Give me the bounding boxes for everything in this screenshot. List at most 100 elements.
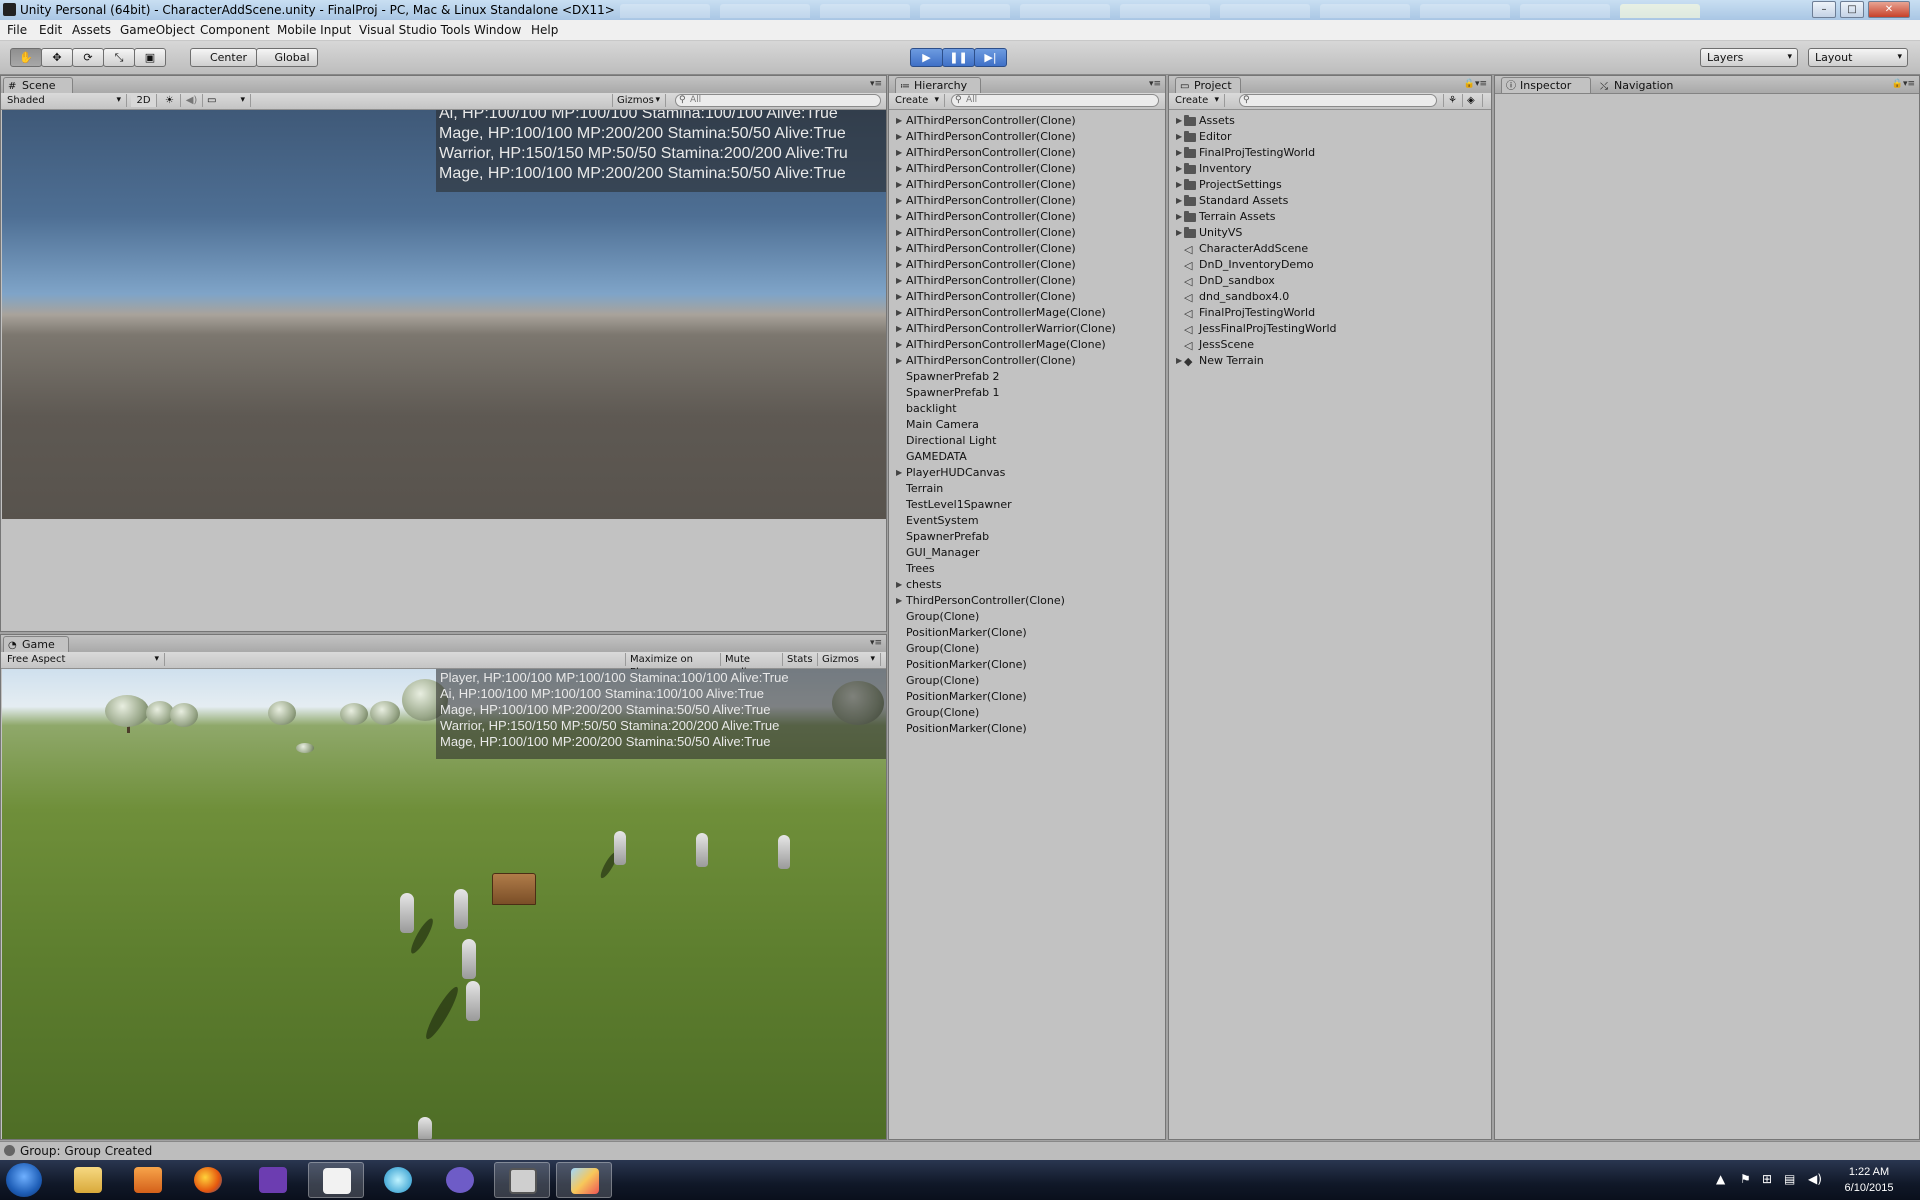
gizmos-dropdown[interactable]: Gizmos	[818, 653, 881, 666]
gizmos-dropdown[interactable]: Gizmos	[612, 94, 666, 107]
hierarchy-item[interactable]: GUI_Manager	[889, 545, 1165, 561]
menu-mobile-input[interactable]: Mobile Input	[277, 23, 351, 37]
hierarchy-create-dropdown[interactable]: Create	[891, 94, 945, 107]
hierarchy-item[interactable]: PositionMarker(Clone)	[889, 625, 1165, 641]
expand-arrow-icon[interactable]: ▶	[896, 145, 902, 161]
taskbar-window-app[interactable]	[494, 1162, 550, 1198]
action-center-flag-icon[interactable]: ⚑	[1740, 1172, 1751, 1186]
hierarchy-item[interactable]: ▶ AIThirdPersonController(Clone)	[889, 177, 1165, 193]
stats-toggle[interactable]: Stats	[783, 653, 818, 666]
hierarchy-item[interactable]: ▶ AIThirdPersonController(Clone)	[889, 257, 1165, 273]
menu-component[interactable]: Component	[200, 23, 270, 37]
play-button[interactable]: ▶	[910, 48, 943, 67]
taskbar-cat-app[interactable]	[432, 1162, 488, 1198]
hierarchy-item[interactable]: ▶ AIThirdPersonControllerMage(Clone)	[889, 337, 1165, 353]
hierarchy-item[interactable]: EventSystem	[889, 513, 1165, 529]
game-viewport[interactable]: Player, HP:100/100 MP:100/100 Stamina:10…	[2, 669, 886, 1139]
project-item[interactable]: ▶ UnityVS	[1169, 225, 1491, 241]
hierarchy-item[interactable]: ▶ AIThirdPersonController(Clone)	[889, 289, 1165, 305]
pivot-center-toggle[interactable]: Center	[190, 48, 257, 67]
menu-gameobject[interactable]: GameObject	[120, 23, 195, 37]
step-button[interactable]: ▶|	[974, 48, 1007, 67]
expand-arrow-icon[interactable]: ▶	[1176, 353, 1182, 369]
expand-arrow-icon[interactable]: ▶	[896, 241, 902, 257]
expand-arrow-icon[interactable]: ▶	[896, 289, 902, 305]
expand-arrow-icon[interactable]: ▶	[896, 321, 902, 337]
effects-dropdown[interactable]: ▭	[203, 94, 251, 107]
expand-arrow-icon[interactable]: ▶	[896, 593, 902, 609]
hierarchy-item[interactable]: PositionMarker(Clone)	[889, 689, 1165, 705]
expand-arrow-icon[interactable]: ▶	[1176, 161, 1182, 177]
hierarchy-search-input[interactable]: All	[951, 94, 1159, 107]
panel-options-icon[interactable]: ▾≡	[870, 638, 882, 648]
hierarchy-item[interactable]: GAMEDATA	[889, 449, 1165, 465]
expand-arrow-icon[interactable]: ▶	[896, 129, 902, 145]
layout-dropdown[interactable]: Layout	[1808, 48, 1908, 67]
lighting-toggle[interactable]: ☀	[159, 94, 181, 107]
system-clock[interactable]: 1:22 AM 6/10/2015	[1834, 1164, 1904, 1196]
mute-audio-toggle[interactable]: Mute audio	[721, 653, 783, 678]
taskbar-explorer[interactable]	[60, 1162, 116, 1198]
project-item[interactable]: ▶ Editor	[1169, 129, 1491, 145]
aspect-dropdown[interactable]: Free Aspect	[3, 653, 165, 666]
project-item[interactable]: ▶ ProjectSettings	[1169, 177, 1491, 193]
scene-viewport[interactable]: Ai, HP:100/100 MP:100/100 Stamina:100/10…	[2, 110, 886, 519]
expand-arrow-icon[interactable]: ▶	[1176, 113, 1182, 129]
menu-edit[interactable]: Edit	[39, 23, 62, 37]
hierarchy-item[interactable]: Directional Light	[889, 433, 1165, 449]
project-create-dropdown[interactable]: Create	[1171, 94, 1225, 107]
expand-arrow-icon[interactable]: ▶	[896, 225, 902, 241]
project-item[interactable]: ◁ FinalProjTestingWorld	[1169, 305, 1491, 321]
hierarchy-item[interactable]: Terrain	[889, 481, 1165, 497]
hierarchy-item[interactable]: ▶ AIThirdPersonController(Clone)	[889, 129, 1165, 145]
taskbar-visual-studio[interactable]	[245, 1162, 301, 1198]
expand-arrow-icon[interactable]: ▶	[896, 177, 902, 193]
panel-options-icon[interactable]: 🔒▾≡	[1892, 79, 1915, 89]
taskbar-unity[interactable]	[308, 1162, 364, 1198]
menu-file[interactable]: File	[7, 23, 27, 37]
hierarchy-item[interactable]: Trees	[889, 561, 1165, 577]
project-search-input[interactable]	[1239, 94, 1437, 107]
hierarchy-item[interactable]: Group(Clone)	[889, 673, 1165, 689]
taskbar-firefox[interactable]	[180, 1162, 236, 1198]
project-item[interactable]: ▶ Standard Assets	[1169, 193, 1491, 209]
hierarchy-item[interactable]: Group(Clone)	[889, 705, 1165, 721]
pause-button[interactable]: ❚❚	[942, 48, 975, 67]
hierarchy-item[interactable]: ▶ AIThirdPersonController(Clone)	[889, 193, 1165, 209]
hierarchy-item[interactable]: Group(Clone)	[889, 641, 1165, 657]
volume-icon[interactable]: ◀)	[1808, 1172, 1822, 1186]
hierarchy-item[interactable]: ▶ AIThirdPersonControllerMage(Clone)	[889, 305, 1165, 321]
filter-by-label-button[interactable]: ◈	[1463, 94, 1483, 107]
hierarchy-item[interactable]: ▶ AIThirdPersonController(Clone)	[889, 241, 1165, 257]
taskbar-paint-app[interactable]	[556, 1162, 612, 1198]
audio-toggle[interactable]: ◀)	[181, 94, 203, 107]
expand-arrow-icon[interactable]: ▶	[896, 353, 902, 369]
panel-options-icon[interactable]: 🔒▾≡	[1464, 79, 1487, 89]
tab-project[interactable]: ▭ Project	[1175, 77, 1241, 93]
hierarchy-item[interactable]: ▶ PlayerHUDCanvas	[889, 465, 1165, 481]
expand-arrow-icon[interactable]: ▶	[896, 305, 902, 321]
hierarchy-item[interactable]: SpawnerPrefab 1	[889, 385, 1165, 401]
expand-arrow-icon[interactable]: ▶	[896, 193, 902, 209]
mode-2d-toggle[interactable]: 2D	[131, 94, 157, 107]
windows-icon[interactable]: ⊞	[1762, 1172, 1772, 1186]
project-item[interactable]: ▶ Terrain Assets	[1169, 209, 1491, 225]
network-icon[interactable]: ▤	[1784, 1172, 1795, 1186]
hierarchy-item[interactable]: ▶ chests	[889, 577, 1165, 593]
project-item[interactable]: ◁ dnd_sandbox4.0	[1169, 289, 1491, 305]
expand-arrow-icon[interactable]: ▶	[1176, 177, 1182, 193]
menu-help[interactable]: Help	[531, 23, 558, 37]
expand-arrow-icon[interactable]: ▶	[896, 273, 902, 289]
project-item[interactable]: ◁ JessScene	[1169, 337, 1491, 353]
menu-visual-studio-tools[interactable]: Visual Studio Tools	[359, 23, 470, 37]
project-item[interactable]: ▶ FinalProjTestingWorld	[1169, 145, 1491, 161]
hierarchy-item[interactable]: Group(Clone)	[889, 609, 1165, 625]
hierarchy-item[interactable]: ▶ AIThirdPersonController(Clone)	[889, 273, 1165, 289]
expand-arrow-icon[interactable]: ▶	[1176, 225, 1182, 241]
hierarchy-item[interactable]: ▶ AIThirdPersonController(Clone)	[889, 209, 1165, 225]
tab-inspector[interactable]: ⓘ Inspector	[1501, 77, 1591, 93]
rect-tool-button[interactable]: ▣	[134, 48, 166, 67]
hierarchy-item[interactable]: SpawnerPrefab 2	[889, 369, 1165, 385]
hierarchy-item[interactable]: ▶ AIThirdPersonController(Clone)	[889, 145, 1165, 161]
expand-arrow-icon[interactable]: ▶	[1176, 209, 1182, 225]
